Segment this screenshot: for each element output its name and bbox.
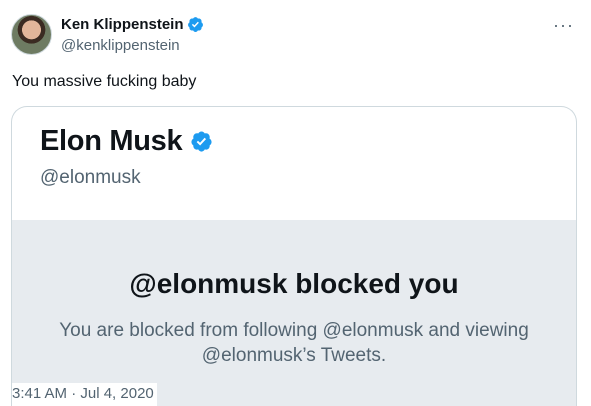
blocked-title: @elonmusk blocked you: [129, 268, 459, 299]
tweet-card: Ken Klippenstein @kenklippenstein ··· Yo…: [0, 0, 591, 406]
author-handle[interactable]: @kenklippenstein: [61, 36, 204, 55]
blocked-panel: @elonmusk blocked you You are blocked fr…: [12, 220, 576, 406]
author-display-name[interactable]: Ken Klippenstein: [61, 15, 184, 34]
blocked-message: You are blocked from following @elonmusk…: [59, 320, 529, 366]
more-options-icon[interactable]: ···: [553, 16, 574, 34]
verified-badge-icon: [187, 17, 203, 32]
author-name-row: Ken Klippenstein: [61, 15, 204, 34]
embedded-verified-badge-icon: [191, 130, 212, 152]
timestamp-link[interactable]: 3:41 AM · Jul 4, 2020: [12, 385, 154, 402]
embedded-handle: @elonmusk: [40, 167, 141, 188]
author-names: Ken Klippenstein @kenklippenstein: [61, 15, 204, 55]
embedded-image[interactable]: Elon Musk @elonmusk @elonmusk blocked yo…: [11, 106, 577, 406]
avatar[interactable]: [11, 14, 52, 55]
embedded-display-name: Elon Musk: [40, 125, 183, 157]
tweet-header: Ken Klippenstein @kenklippenstein: [11, 14, 204, 55]
tweet-text: You massive fucking baby: [12, 73, 197, 90]
embedded-profile-header: Elon Musk @elonmusk: [12, 107, 576, 220]
embedded-name-row: Elon Musk: [40, 124, 576, 158]
tweet-timestamp: 3:41 AM · Jul 4, 2020: [12, 383, 157, 406]
